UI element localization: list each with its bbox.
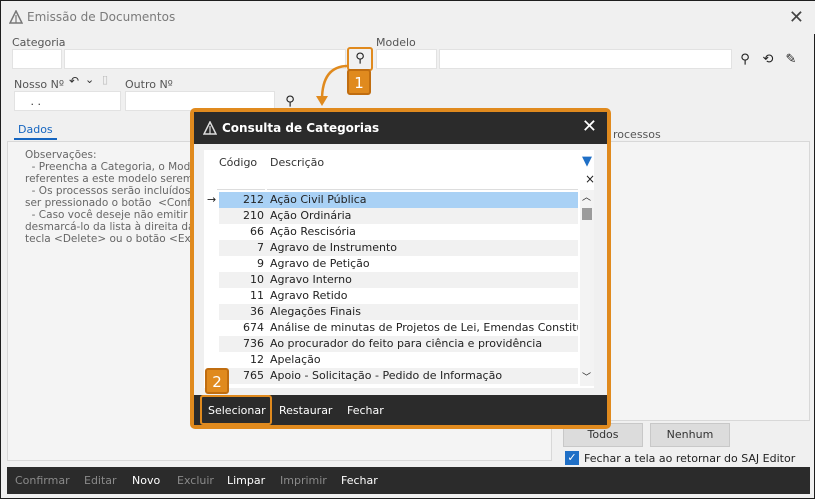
- row-description: Agravo de Instrumento: [270, 241, 398, 254]
- title-bar: Emissão de Documentos ✕: [1, 1, 815, 34]
- confirmar-button[interactable]: Confirmar: [15, 474, 70, 487]
- scroll-up-icon[interactable]: ︿: [582, 190, 591, 203]
- dialog-fechar-button[interactable]: Fechar: [347, 404, 384, 417]
- table-row[interactable]: 12 Apelação: [219, 352, 578, 368]
- row-code: 12: [250, 353, 264, 366]
- clear-filter-icon[interactable]: ×: [585, 172, 595, 186]
- row-code: 210: [243, 209, 264, 222]
- fechar-button[interactable]: Fechar: [341, 474, 378, 487]
- row-description: Apoio - Solicitação - Pedido de Informaç…: [270, 369, 503, 382]
- row-code: 736: [243, 337, 264, 350]
- grid-scrollbar[interactable]: ︿ ﹀: [580, 190, 594, 386]
- observacoes-text: Observações: - Preencha a Categoria, o M…: [25, 149, 203, 245]
- limpar-button[interactable]: Limpar: [227, 474, 265, 487]
- app-logo-icon: [8, 9, 24, 27]
- row-description: Ação Civil Pública: [270, 193, 367, 206]
- fechar-tela-label: Fechar a tela ao retornar do SAJ Editor: [584, 452, 796, 465]
- dialog-title: Consulta de Categorias: [222, 121, 380, 135]
- excluir-button[interactable]: Excluir: [177, 474, 214, 487]
- categoria-label: Categoria: [12, 36, 66, 49]
- restaurar-button[interactable]: Restaurar: [279, 404, 332, 417]
- callout-one: 1: [347, 69, 371, 95]
- row-description: Agravo Interno: [270, 273, 352, 286]
- window-title: Emissão de Documentos: [27, 10, 176, 24]
- processos-label: rocessos: [613, 128, 661, 141]
- table-row[interactable]: 674 Análise de minutas de Projetos de Lei…: [219, 320, 578, 336]
- selecionar-button[interactable]: Selecionar: [208, 404, 266, 417]
- modelo-label: Modelo: [376, 36, 416, 49]
- scroll-thumb[interactable]: [582, 208, 592, 220]
- table-row[interactable]: 7 Agravo de Instrumento: [219, 240, 578, 256]
- nosso-value: . .: [27, 95, 41, 108]
- tab-dados[interactable]: Dados: [14, 123, 57, 140]
- modelo-code-field[interactable]: [376, 49, 437, 69]
- dialog-toolbar: Selecionar Restaurar Fechar: [194, 395, 607, 425]
- modelo-action-icon[interactable]: ⟲: [758, 50, 778, 70]
- row-description: Ação Ordinária: [270, 209, 352, 222]
- row-description: Agravo de Petição: [270, 257, 370, 270]
- dialog-body: Consulta de Categorias ✕ Código Descriçã…: [194, 112, 607, 425]
- row-code: 7: [257, 241, 264, 254]
- close-icon[interactable]: ✕: [789, 7, 804, 28]
- dialog-logo-icon: [202, 120, 218, 138]
- current-row-arrow-icon: →: [207, 193, 217, 206]
- filter-codigo-field[interactable]: [217, 174, 265, 190]
- modelo-desc-field[interactable]: [439, 49, 732, 69]
- row-code: 212: [243, 193, 264, 206]
- table-row[interactable]: 736 Ao procurador do feito para ciência e…: [219, 336, 578, 352]
- table-row[interactable]: 10 Agravo Interno: [219, 272, 578, 288]
- row-description: Ao procurador do feito para ciência e pr…: [270, 337, 543, 350]
- col-descricao-header[interactable]: Descrição: [270, 156, 324, 169]
- row-description: Apelação: [270, 353, 321, 366]
- row-code: 10: [250, 273, 264, 286]
- scroll-down-icon[interactable]: ﹀: [582, 370, 591, 383]
- copy-icon[interactable]: ▯: [102, 73, 108, 86]
- imprimir-button[interactable]: Imprimir: [280, 474, 327, 487]
- row-code: 9: [257, 257, 264, 270]
- table-row[interactable]: 210 Ação Ordinária: [219, 208, 578, 224]
- filter-icon[interactable]: ▼: [582, 154, 592, 169]
- row-code: 36: [250, 305, 264, 318]
- fechar-tela-checkbox[interactable]: ✓: [565, 451, 579, 465]
- categoria-code-field[interactable]: [12, 49, 62, 69]
- table-row[interactable]: 11 Agravo Retido: [219, 288, 578, 304]
- bottom-toolbar: Confirmar Editar Novo Excluir Limpar Imp…: [7, 467, 810, 494]
- nenhum-button[interactable]: Nenhum: [650, 423, 730, 447]
- row-description: Alegações Finais: [270, 305, 361, 318]
- consulta-categorias-dialog: Consulta de Categorias ✕ Código Descriçã…: [190, 108, 611, 429]
- table-row[interactable]: 212 Ação Civil Pública: [219, 192, 578, 208]
- modelo-edit-icon[interactable]: ✎: [781, 50, 801, 70]
- nosso-field[interactable]: . .: [14, 91, 121, 111]
- row-code: 11: [250, 289, 264, 302]
- editar-button[interactable]: Editar: [84, 474, 117, 487]
- outro-label: Outro Nº: [125, 78, 173, 91]
- nosso-label: Nosso Nº: [14, 78, 65, 91]
- categoria-desc-field[interactable]: [64, 49, 346, 69]
- novo-button[interactable]: Novo: [132, 474, 160, 487]
- table-row[interactable]: 36 Alegações Finais: [219, 304, 578, 320]
- row-description: Análise de minutas de Projetos de Lei, E…: [270, 321, 578, 334]
- modelo-search-icon[interactable]: ⚲: [735, 50, 755, 70]
- chevron-down-icon[interactable]: ⌄: [85, 73, 94, 86]
- filter-descricao-field[interactable]: [267, 174, 578, 190]
- row-description: Agravo Retido: [270, 289, 348, 302]
- undo-icon[interactable]: ↶: [69, 74, 79, 88]
- row-code: 674: [243, 321, 264, 334]
- table-row[interactable]: 66 Ação Rescisória: [219, 224, 578, 240]
- table-row[interactable]: 9 Agravo de Petição: [219, 256, 578, 272]
- callout-two: 2: [205, 368, 229, 394]
- dialog-close-icon[interactable]: ✕: [582, 116, 597, 137]
- dialog-title-bar: Consulta de Categorias ✕: [194, 112, 607, 144]
- table-row[interactable]: 765 Apoio - Solicitação - Pedido de Infor…: [219, 368, 578, 384]
- categorias-grid: Código Descrição ▼ × → 212 Ação Civil Púb…: [204, 150, 595, 388]
- row-description: Ação Rescisória: [270, 225, 356, 238]
- row-code: 66: [250, 225, 264, 238]
- col-codigo-header[interactable]: Código: [219, 156, 257, 169]
